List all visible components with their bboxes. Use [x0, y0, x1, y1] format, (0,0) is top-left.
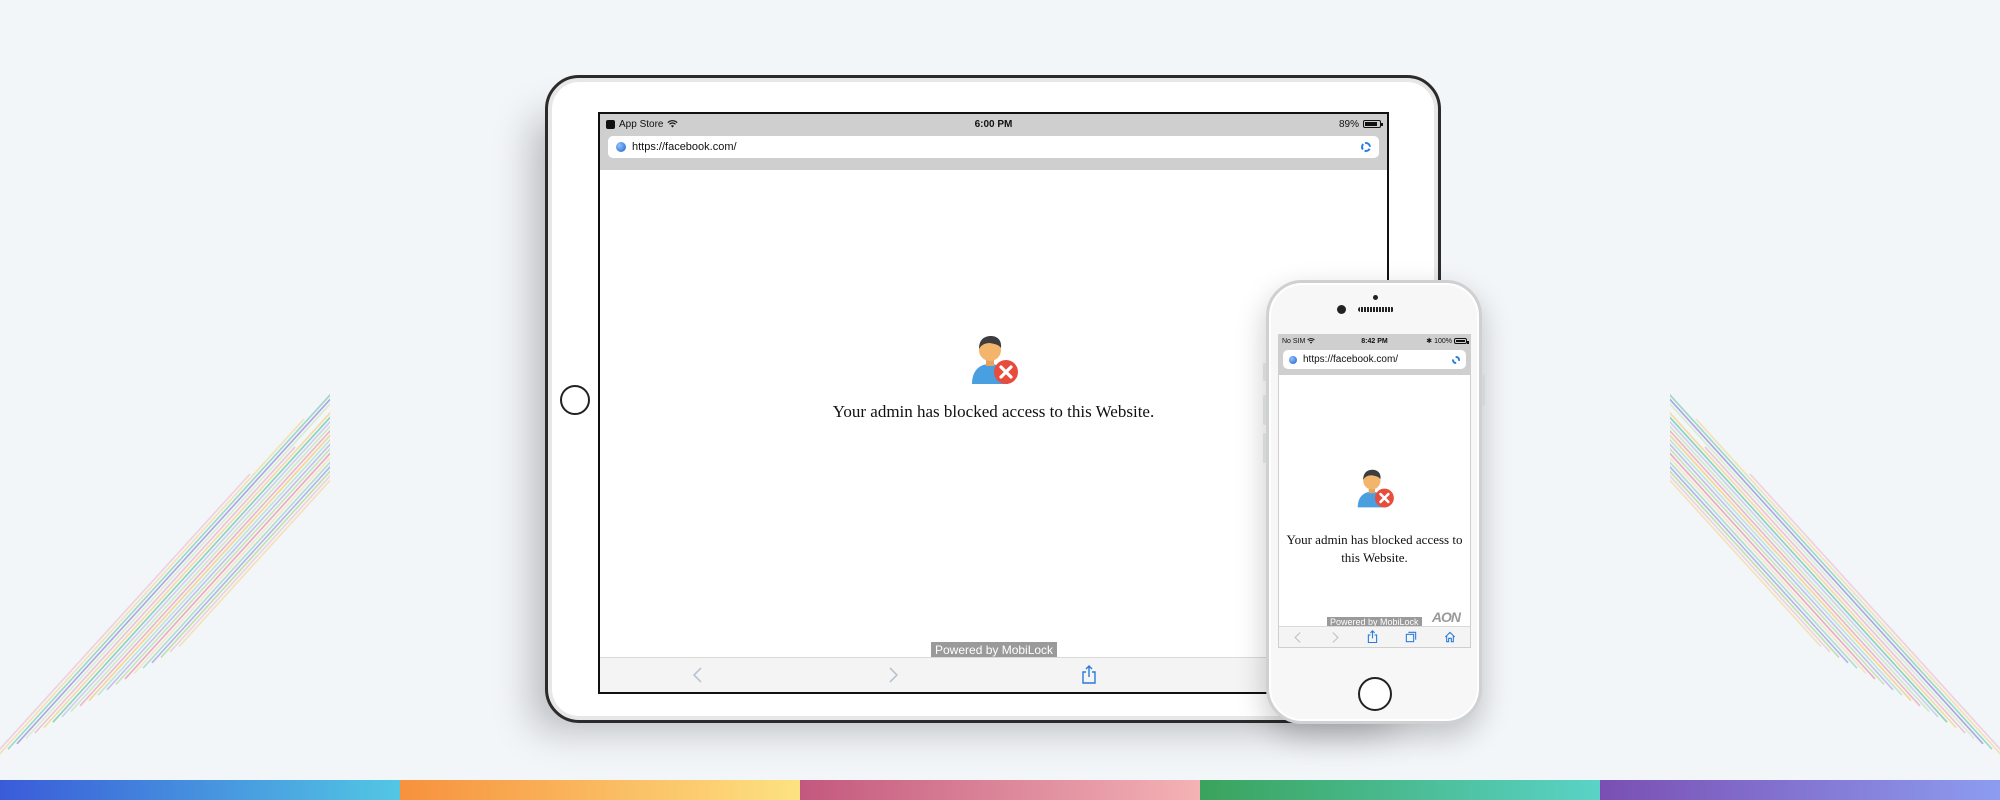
home-icon	[1445, 631, 1456, 643]
back-app-icon[interactable]	[606, 119, 615, 129]
decorative-stripe	[1670, 425, 1930, 712]
globe-icon	[1289, 355, 1297, 364]
volume-down-button	[1263, 433, 1266, 463]
aon-watermark: AON	[1431, 609, 1461, 625]
loading-icon[interactable]	[1452, 355, 1460, 364]
iphone-device: No SIM 8:42 PM ✱ 100% https://facebook.c…	[1263, 280, 1485, 724]
battery-percent: 89%	[1338, 118, 1359, 130]
iphone-status-bar: No SIM 8:42 PM ✱ 100%	[1279, 335, 1470, 347]
back-app-label[interactable]: App Store	[619, 119, 663, 130]
ipad-status-bar: App Store 6:00 PM 89%	[600, 114, 1387, 134]
decorative-stripe	[34, 446, 296, 734]
back-icon	[1293, 631, 1301, 643]
iphone-browser-toolbar	[1279, 626, 1470, 647]
battery-icon	[1454, 338, 1469, 344]
iphone-address-area: https://facebook.com/	[1279, 347, 1470, 375]
powered-by-label: Powered by MobiLock	[931, 642, 1058, 658]
decorative-stripe	[1670, 438, 1903, 696]
decorative-stripe	[1670, 416, 1948, 723]
share-icon	[1367, 630, 1378, 644]
back-icon	[692, 667, 702, 683]
decorative-stripe	[115, 447, 330, 685]
forward-icon	[1332, 631, 1339, 643]
front-camera	[1337, 305, 1346, 314]
decorative-stripe	[1695, 418, 2000, 755]
home-button[interactable]	[1444, 631, 1456, 643]
bar-segment	[1600, 780, 2000, 800]
iphone-screen: No SIM 8:42 PM ✱ 100% https://facebook.c…	[1278, 334, 1471, 648]
wifi-icon	[667, 120, 679, 128]
volume-up-button	[1263, 395, 1266, 425]
url-text[interactable]: https://facebook.com/	[632, 141, 1361, 153]
blocked-user-icon	[1357, 469, 1394, 508]
bottom-color-bar	[0, 780, 2000, 800]
ipad-address-area: https://facebook.com/	[600, 134, 1387, 170]
blocked-user-icon	[971, 336, 1018, 384]
wifi-icon	[1307, 338, 1316, 344]
tabs-icon	[1405, 631, 1417, 643]
status-time: 6:00 PM	[974, 118, 1013, 130]
bar-segment	[1200, 780, 1600, 800]
iphone-home-button[interactable]	[1358, 677, 1392, 711]
status-time: 8:42 PM	[1361, 337, 1388, 345]
decorative-stripe	[1670, 447, 1885, 685]
blocked-message: Your admin has blocked access to this We…	[832, 402, 1155, 421]
battery-percent: 100%	[1434, 337, 1452, 345]
globe-icon	[616, 142, 626, 152]
decorative-stripe	[97, 438, 330, 696]
share-button[interactable]	[1081, 665, 1097, 685]
forward-button[interactable]	[1330, 631, 1340, 644]
decorative-stripes-left	[0, 393, 330, 755]
loading-icon[interactable]	[1361, 142, 1371, 152]
bar-segment	[400, 780, 800, 800]
earpiece-speaker	[1358, 307, 1394, 312]
battery-icon	[1362, 120, 1383, 128]
url-bar[interactable]: https://facebook.com/	[608, 136, 1379, 158]
ipad-home-button[interactable]	[560, 385, 590, 415]
back-button[interactable]	[691, 666, 705, 684]
url-text[interactable]: https://facebook.com/	[1303, 354, 1452, 365]
decorative-stripe	[1670, 402, 1975, 739]
forward-icon	[889, 667, 899, 683]
bar-segment	[800, 780, 1200, 800]
blocked-message: Your admin has blocked access to this We…	[1286, 532, 1463, 565]
carrier-label: No SIM	[1282, 337, 1306, 345]
share-icon	[1082, 665, 1096, 684]
power-button	[1482, 375, 1485, 405]
blocked-notice: Your admin has blocked access to this We…	[1279, 465, 1470, 567]
decorative-stripes-right	[1670, 393, 2000, 755]
mute-switch	[1263, 363, 1266, 381]
forward-button[interactable]	[886, 666, 900, 684]
decorative-stripe	[1670, 420, 1939, 718]
decorative-stripe	[1704, 446, 1966, 734]
decorative-stripe	[0, 418, 305, 755]
url-bar[interactable]: https://facebook.com/	[1283, 350, 1466, 369]
decorative-stripe	[61, 420, 330, 718]
decorative-stripe	[70, 425, 330, 712]
front-sensor	[1373, 295, 1378, 300]
share-button[interactable]	[1367, 630, 1378, 644]
decorative-stripe	[52, 416, 330, 723]
back-button[interactable]	[1293, 631, 1303, 644]
bluetooth-icon: ✱	[1426, 338, 1433, 345]
tabs-button[interactable]	[1405, 631, 1417, 643]
decorative-stripe	[25, 402, 330, 739]
bar-segment	[0, 780, 400, 800]
